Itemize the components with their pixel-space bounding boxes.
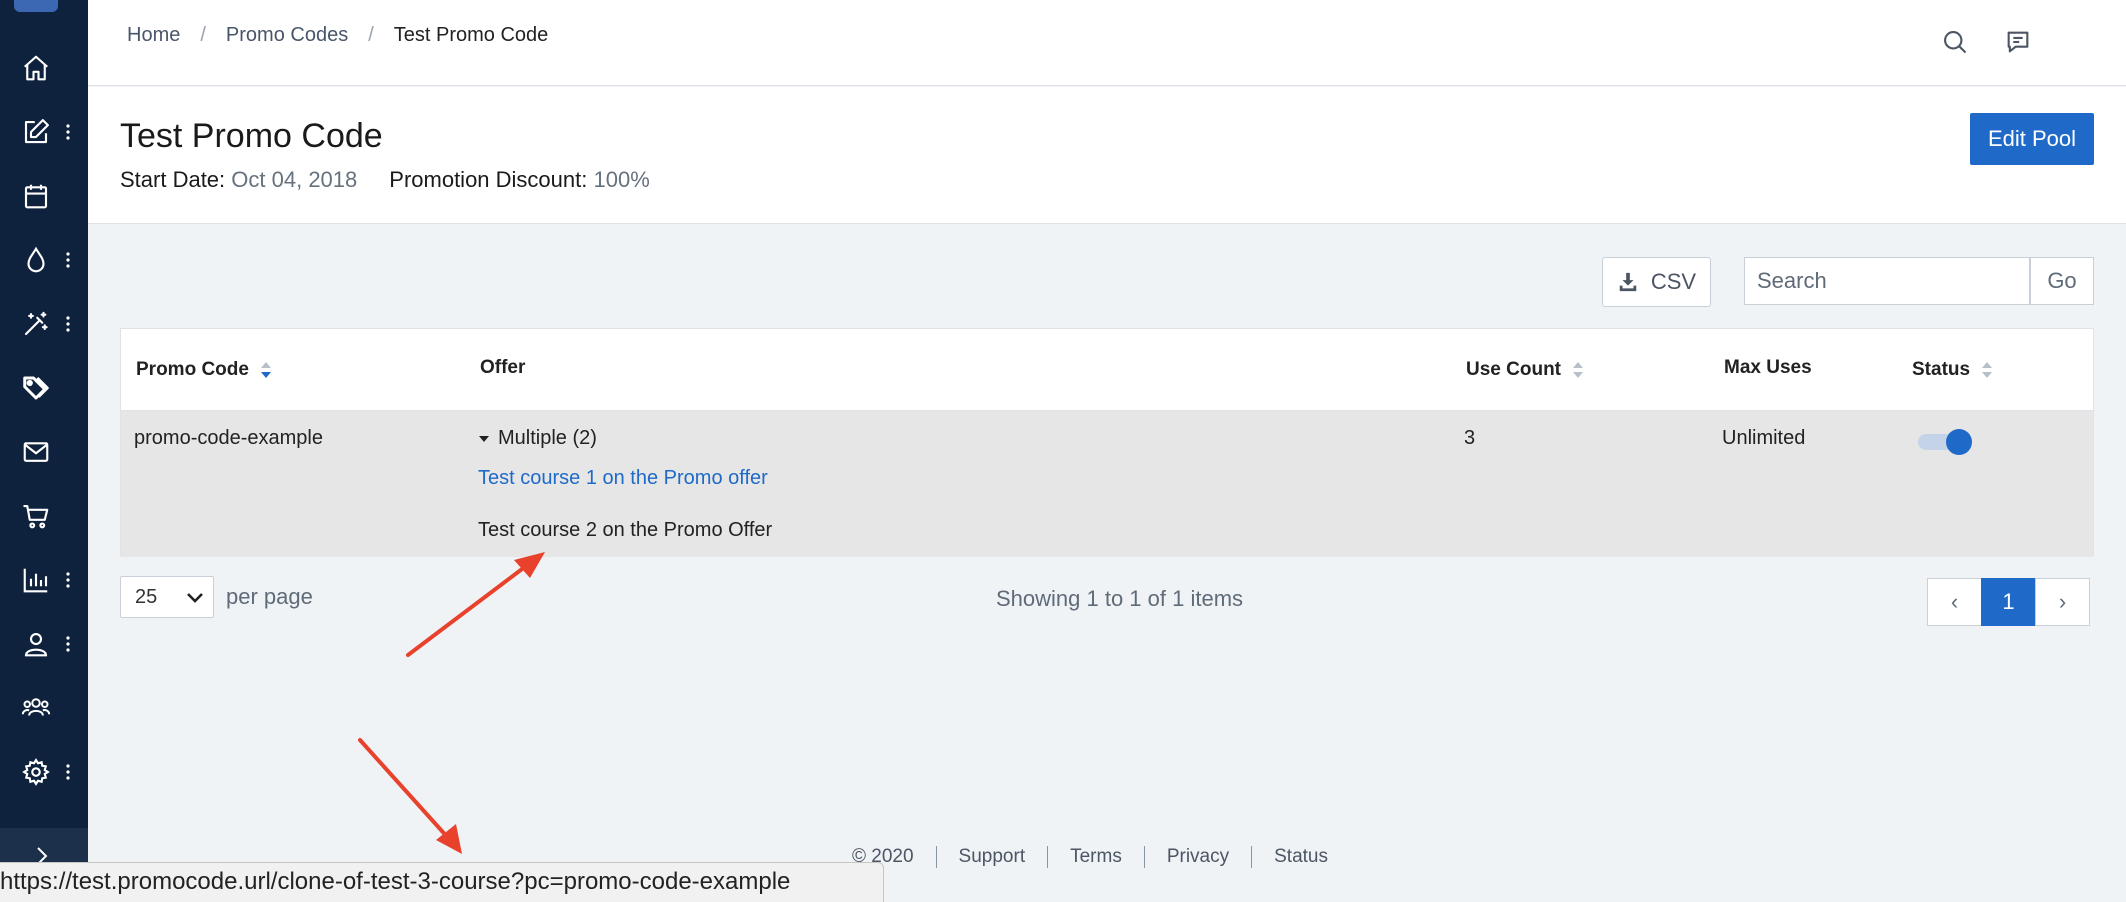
more-options-icon[interactable] bbox=[66, 636, 70, 652]
offer-link[interactable]: Test course 1 on the Promo offer bbox=[478, 467, 768, 490]
calendar-icon bbox=[24, 184, 48, 209]
per-page-label: per page bbox=[226, 584, 313, 609]
annotation-arrow-to-offer bbox=[406, 552, 545, 657]
more-options-icon[interactable] bbox=[66, 572, 70, 588]
search-icon[interactable] bbox=[1941, 28, 1969, 56]
sidebar-item-themes[interactable] bbox=[0, 234, 88, 286]
table-header: Promo Code Offer Use Count Max Uses Stat… bbox=[121, 329, 2093, 411]
footer: © 2020 Support Terms Privacy Status bbox=[852, 846, 1350, 868]
sidebar bbox=[0, 0, 88, 902]
per-page-select[interactable]: 25 bbox=[120, 576, 214, 618]
promo-meta: Start Date: Oct 04, 2018 Promotion Disco… bbox=[120, 167, 650, 193]
column-label: Promo Code bbox=[136, 359, 249, 380]
sidebar-item-magic[interactable] bbox=[0, 298, 88, 350]
discount-value: 100% bbox=[593, 167, 650, 192]
sidebar-item-settings[interactable] bbox=[0, 746, 88, 798]
more-options-icon[interactable] bbox=[66, 124, 70, 140]
max-uses-cell: Unlimited bbox=[1722, 427, 1806, 449]
column-header-offer: Offer bbox=[480, 357, 525, 379]
page-title: Test Promo Code bbox=[120, 117, 383, 155]
sort-icon[interactable] bbox=[1980, 360, 1994, 380]
column-label: Offer bbox=[480, 357, 526, 378]
sidebar-item-promo-codes[interactable] bbox=[0, 362, 88, 414]
column-header-promo-code[interactable]: Promo Code bbox=[136, 359, 273, 381]
users-icon bbox=[21, 698, 51, 716]
sidebar-item-calendar[interactable] bbox=[0, 170, 88, 222]
footer-link-privacy[interactable]: Privacy bbox=[1143, 846, 1251, 868]
top-bar: Home / Promo Codes / Test Promo Code bbox=[88, 0, 2126, 86]
column-label: Status bbox=[1912, 359, 1971, 380]
annotation-arrow-to-url bbox=[358, 738, 462, 854]
start-date-label: Start Date: bbox=[120, 167, 226, 192]
gear-icon bbox=[22, 758, 50, 786]
breadcrumb: Home / Promo Codes / Test Promo Code bbox=[127, 24, 548, 47]
sidebar-item-sales[interactable] bbox=[0, 490, 88, 542]
sort-icon[interactable] bbox=[259, 360, 273, 380]
next-page-button[interactable]: › bbox=[2035, 578, 2090, 626]
droplet-icon bbox=[27, 246, 45, 273]
status-toggle[interactable] bbox=[1918, 429, 1972, 455]
breadcrumb-home[interactable]: Home bbox=[127, 24, 180, 47]
offer-summary: Multiple (2) bbox=[498, 427, 597, 449]
tag-icon bbox=[23, 376, 49, 400]
sidebar-item-user[interactable] bbox=[0, 618, 88, 670]
sidebar-item-content[interactable] bbox=[0, 106, 88, 158]
sort-icon[interactable] bbox=[1571, 360, 1585, 380]
page-header: Test Promo Code Start Date: Oct 04, 2018… bbox=[88, 87, 2126, 224]
mail-icon bbox=[23, 442, 49, 462]
bar-chart-icon bbox=[23, 568, 48, 593]
column-header-use-count[interactable]: Use Count bbox=[1466, 359, 1585, 381]
csv-label: CSV bbox=[1650, 269, 1697, 294]
column-label: Max Uses bbox=[1724, 357, 1812, 378]
footer-link-status[interactable]: Status bbox=[1251, 846, 1350, 868]
pagination: ‹ 1 › bbox=[1927, 578, 2090, 626]
cart-icon bbox=[23, 504, 49, 529]
offer-item[interactable]: Test course 2 on the Promo Offer bbox=[478, 519, 772, 542]
csv-export-button[interactable]: CSV bbox=[1602, 257, 1711, 307]
start-date-value: Oct 04, 2018 bbox=[231, 167, 358, 192]
edit-icon bbox=[24, 119, 49, 144]
breadcrumb-separator: / bbox=[368, 24, 374, 46]
more-options-icon[interactable] bbox=[66, 252, 70, 268]
download-icon bbox=[1619, 272, 1637, 292]
breadcrumb-current: Test Promo Code bbox=[393, 24, 549, 46]
footer-link-terms[interactable]: Terms bbox=[1047, 846, 1144, 868]
home-icon bbox=[24, 55, 48, 81]
toggle-knob bbox=[1946, 429, 1972, 455]
sidebar-item-analytics[interactable] bbox=[0, 554, 88, 606]
column-header-max-uses: Max Uses bbox=[1724, 357, 1812, 379]
promo-code-cell: promo-code-example bbox=[134, 427, 323, 449]
table-row: promo-code-example Multiple (2) Test cou… bbox=[121, 411, 2093, 557]
chat-icon[interactable] bbox=[2004, 28, 2032, 56]
app-logo[interactable] bbox=[14, 0, 58, 12]
use-count-cell: 3 bbox=[1464, 427, 1476, 449]
more-options-icon[interactable] bbox=[66, 764, 70, 780]
prev-page-button[interactable]: ‹ bbox=[1927, 578, 1982, 626]
promo-codes-table: Promo Code Offer Use Count Max Uses Stat… bbox=[120, 328, 2094, 557]
sidebar-item-email[interactable] bbox=[0, 426, 88, 478]
per-page-value: 25 bbox=[135, 585, 158, 608]
link-preview-status-bar: https://test.promocode.url/clone-of-test… bbox=[0, 862, 884, 902]
start-date: Start Date: Oct 04, 2018 bbox=[120, 167, 357, 193]
magic-wand-icon bbox=[24, 311, 48, 336]
sidebar-item-home[interactable] bbox=[0, 42, 88, 94]
showing-count: Showing 1 to 1 of 1 items bbox=[996, 586, 1244, 611]
sidebar-item-users[interactable] bbox=[0, 682, 88, 734]
column-label: Use Count bbox=[1466, 359, 1561, 380]
more-options-icon[interactable] bbox=[66, 316, 70, 332]
chevron-down-icon bbox=[187, 593, 203, 603]
promotion-discount: Promotion Discount: 100% bbox=[389, 167, 650, 193]
edit-pool-button[interactable]: Edit Pool bbox=[1970, 113, 2094, 165]
breadcrumb-separator: / bbox=[200, 24, 206, 46]
footer-link-support[interactable]: Support bbox=[935, 846, 1048, 868]
user-icon bbox=[24, 632, 48, 657]
search-input[interactable] bbox=[1744, 257, 2030, 305]
discount-label: Promotion Discount: bbox=[389, 167, 588, 192]
column-header-status[interactable]: Status bbox=[1912, 359, 1994, 381]
page-button-1[interactable]: 1 bbox=[1981, 578, 2036, 626]
caret-down-icon bbox=[479, 435, 489, 442]
breadcrumb-promo-codes[interactable]: Promo Codes bbox=[226, 24, 348, 47]
offer-multiple-toggle[interactable]: Multiple (2) bbox=[478, 427, 597, 450]
go-button[interactable]: Go bbox=[2030, 257, 2094, 305]
